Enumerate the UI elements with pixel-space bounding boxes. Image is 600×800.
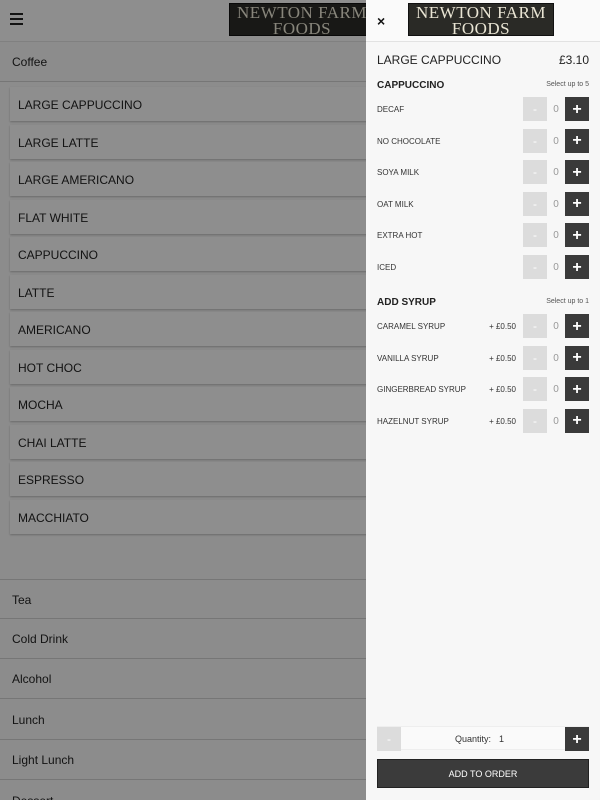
option-count: 0 xyxy=(553,104,559,115)
option-row: OAT MILK - 0 + xyxy=(377,191,589,216)
option-row: GINGERBREAD SYRUP + £0.50 - 0 + xyxy=(377,377,589,402)
option-row: ICED - 0 + xyxy=(377,255,589,279)
drawer-header: × NEWTON FARM FOODS xyxy=(366,0,600,42)
brand-logo: NEWTON FARM FOODS xyxy=(408,3,554,37)
quantity-label: Quantity: xyxy=(455,734,492,744)
increment-button[interactable]: + xyxy=(565,128,589,153)
option-row: NO CHOCOLATE - 0 + xyxy=(377,128,589,153)
increment-button[interactable]: + xyxy=(565,377,589,402)
option-label: CARAMEL SYRUP xyxy=(377,322,446,331)
option-row: VANILLA SYRUP + £0.50 - 0 + xyxy=(377,345,589,370)
option-label: NO CHOCOLATE xyxy=(377,136,441,146)
option-row: DECAF - 0 + xyxy=(377,97,589,121)
option-count: 0 xyxy=(553,415,559,427)
option-group-cappuccino: CAPPUCCINO Select up to 5 xyxy=(377,80,589,91)
quantity-stepper: - Quantity: 1 + xyxy=(377,726,589,751)
product-options-drawer: × NEWTON FARM FOODS LARGE CAPPUCCINO £3.… xyxy=(366,0,600,800)
increment-button[interactable]: + xyxy=(565,191,589,216)
quantity-decrement-button[interactable]: - xyxy=(377,727,401,751)
increment-button[interactable]: + xyxy=(565,97,589,121)
option-price: + £0.50 xyxy=(489,353,516,363)
option-label: HAZELNUT SYRUP xyxy=(377,416,449,426)
close-icon[interactable]: × xyxy=(377,13,385,29)
option-label: DECAF xyxy=(377,105,405,114)
option-label: ICED xyxy=(377,263,397,272)
increment-button[interactable]: + xyxy=(565,255,589,279)
quantity-increment-button[interactable]: + xyxy=(565,727,589,751)
option-label: SOYA MILK xyxy=(377,168,420,178)
option-row: CARAMEL SYRUP + £0.50 - 0 + xyxy=(377,314,589,338)
increment-button[interactable]: + xyxy=(565,160,589,185)
decrement-button[interactable]: - xyxy=(523,345,547,370)
option-label: VANILLA SYRUP xyxy=(377,353,439,363)
decrement-button[interactable]: - xyxy=(523,408,547,433)
option-count: 0 xyxy=(553,230,559,242)
increment-button[interactable]: + xyxy=(565,314,589,338)
decrement-button[interactable]: - xyxy=(523,160,547,185)
option-group-add-syrup: ADD SYRUP Select up to 1 xyxy=(377,297,589,308)
decrement-button[interactable]: - xyxy=(523,191,547,216)
option-count: 0 xyxy=(553,321,559,332)
add-to-order-button[interactable]: ADD TO ORDER xyxy=(377,759,589,788)
selection-limit-note: Select up to 5 xyxy=(546,81,589,88)
option-count: 0 xyxy=(553,352,559,364)
option-count: 0 xyxy=(553,198,559,210)
decrement-button[interactable]: - xyxy=(523,97,547,121)
product-name: LARGE CAPPUCCINO xyxy=(377,53,502,67)
option-price: + £0.50 xyxy=(489,385,516,395)
increment-button[interactable]: + xyxy=(565,408,589,433)
increment-button[interactable]: + xyxy=(565,345,589,370)
option-row: SOYA MILK - 0 + xyxy=(377,160,589,185)
option-row: HAZELNUT SYRUP + £0.50 - 0 + xyxy=(377,408,589,433)
option-count: 0 xyxy=(553,167,559,179)
decrement-button[interactable]: - xyxy=(523,377,547,402)
product-summary: LARGE CAPPUCCINO £3.10 xyxy=(377,53,589,67)
decrement-button[interactable]: - xyxy=(523,223,547,248)
quantity-value: 1 xyxy=(499,734,505,744)
product-price: £3.10 xyxy=(558,53,589,67)
option-price: + £0.50 xyxy=(489,322,516,331)
option-count: 0 xyxy=(553,135,559,147)
option-label: OAT MILK xyxy=(377,199,414,209)
selection-limit-note: Select up to 1 xyxy=(546,298,589,305)
option-price: + £0.50 xyxy=(489,416,516,426)
decrement-button[interactable]: - xyxy=(523,314,547,338)
increment-button[interactable]: + xyxy=(565,223,589,248)
option-count: 0 xyxy=(553,262,559,273)
option-label: GINGERBREAD SYRUP xyxy=(377,385,466,395)
option-count: 0 xyxy=(553,384,559,396)
decrement-button[interactable]: - xyxy=(523,255,547,279)
option-row: EXTRA HOT - 0 + xyxy=(377,223,589,248)
option-label: EXTRA HOT xyxy=(377,231,423,241)
decrement-button[interactable]: - xyxy=(523,128,547,153)
